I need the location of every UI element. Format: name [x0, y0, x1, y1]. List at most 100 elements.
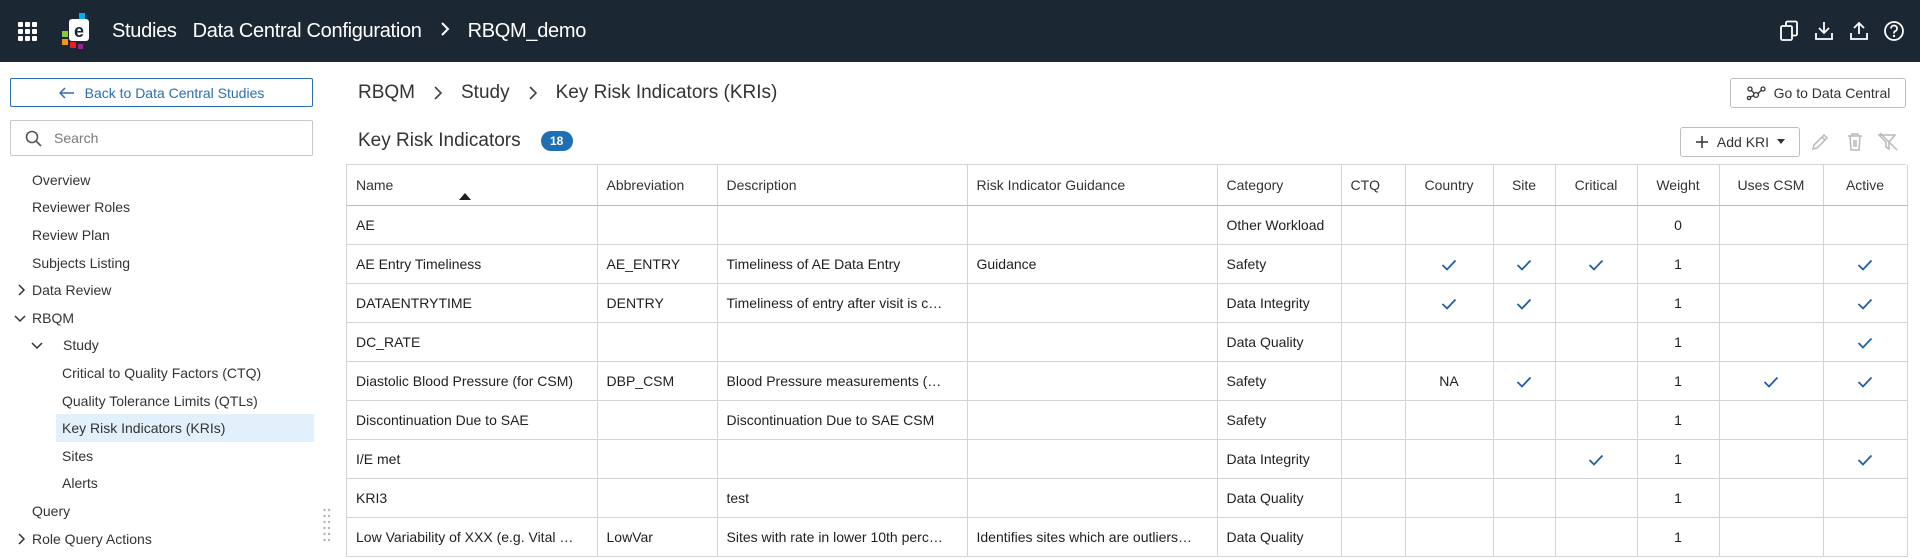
sidebar-resize-handle[interactable]: [322, 506, 332, 546]
table-row[interactable]: I/E met Data Integrity 1: [347, 439, 1908, 479]
search-input[interactable]: [54, 130, 294, 146]
table-row[interactable]: Low Variability of XXX (e.g. Vital … LowV…: [347, 517, 1908, 557]
column-header-label: Critical: [1574, 176, 1618, 193]
column-header-label: Site: [1511, 176, 1537, 193]
delete-icon[interactable]: [1843, 130, 1867, 154]
chevron-down-icon[interactable]: [14, 312, 26, 324]
back-to-studies-button[interactable]: Back to Data Central Studies: [10, 78, 313, 107]
column-header-weight[interactable]: Weight: [1637, 165, 1720, 206]
study-title: RBQM_demo: [467, 19, 587, 42]
config-title[interactable]: Data Central Configuration: [193, 20, 422, 43]
column-header-description[interactable]: Description: [717, 165, 968, 206]
filter-off-icon[interactable]: [1876, 130, 1900, 154]
column-header-abbreviation[interactable]: Abbreviation: [597, 165, 718, 206]
sidebar-item-overview[interactable]: Overview: [0, 166, 314, 194]
app-launcher-icon[interactable]: [0, 0, 54, 62]
cell-name: KRI3: [347, 478, 598, 518]
cell-guidance: [967, 283, 1218, 323]
column-header-label: Active: [1845, 176, 1885, 193]
cell-abbr: [597, 400, 718, 440]
sidebar-item-review-plan[interactable]: Review Plan: [0, 221, 314, 249]
sidebar-item-study[interactable]: Study: [0, 332, 314, 360]
cell-country: [1405, 205, 1494, 245]
sidebar-item-role-query-actions[interactable]: Role Query Actions: [0, 525, 314, 553]
sidebar-item-data-review[interactable]: Data Review: [0, 276, 314, 304]
table-row[interactable]: AE Other Workload 0: [347, 205, 1908, 245]
cell-active: [1823, 439, 1908, 479]
sidebar-item-label: Query: [32, 502, 71, 519]
sidebar-item-query[interactable]: Query: [0, 497, 314, 525]
cell-active: [1823, 244, 1908, 284]
cell-ctq: [1341, 517, 1406, 557]
cell-name: I/E met: [347, 439, 598, 479]
sidebar-item-label: Role Query Actions: [32, 530, 152, 547]
column-header-label: CTQ: [1350, 176, 1381, 193]
copy-icon[interactable]: [1777, 19, 1801, 43]
table-row[interactable]: Diastolic Blood Pressure (for CSM) DBP_CS…: [347, 361, 1908, 401]
cell-weight: 1: [1637, 244, 1720, 284]
table-row[interactable]: AE Entry Timeliness AE_ENTRY Timeliness of…: [347, 244, 1908, 284]
sidebar-item-sites[interactable]: Sites: [0, 442, 314, 470]
sidebar-item-kris[interactable]: Key Risk Indicators (KRIs): [56, 414, 314, 442]
help-icon[interactable]: [1882, 19, 1906, 43]
sidebar-item-label: Critical to Quality Factors (CTQ): [62, 364, 262, 381]
sidebar: Back to Data Central Studies Overview Re…: [0, 62, 322, 558]
cell-abbr: [597, 205, 718, 245]
checkmark-icon: [1588, 259, 1604, 271]
add-kri-label: Add KRI: [1716, 134, 1770, 150]
column-header-active[interactable]: Active: [1823, 165, 1908, 206]
sidebar-item-reviewer-roles[interactable]: Reviewer Roles: [0, 194, 314, 222]
cell-desc: [717, 439, 968, 479]
chevron-right-icon[interactable]: [15, 284, 27, 296]
cell-desc: Blood Pressure measurements (…: [717, 361, 968, 401]
column-header-site[interactable]: Site: [1493, 165, 1556, 206]
column-header-critical[interactable]: Critical: [1555, 165, 1638, 206]
column-header-name[interactable]: Name: [347, 165, 598, 206]
sidebar-item-label: Reviewer Roles: [32, 199, 131, 216]
breadcrumb: RBQM Study Key Risk Indicators (KRIs): [358, 82, 777, 104]
cell-name: AE Entry Timeliness: [347, 244, 598, 284]
back-button-label: Back to Data Central Studies: [84, 84, 265, 101]
column-header-ctq[interactable]: CTQ: [1341, 165, 1406, 206]
sidebar-item-rbqm[interactable]: RBQM: [0, 304, 314, 332]
cell-weight: 1: [1637, 361, 1720, 401]
cell-ctq: [1341, 322, 1406, 362]
cell-weight: 1: [1637, 400, 1720, 440]
add-kri-button[interactable]: Add KRI: [1680, 127, 1800, 157]
column-header-label: Category: [1226, 176, 1284, 193]
cell-desc: [717, 322, 968, 362]
go-to-data-central-button[interactable]: Go to Data Central: [1730, 78, 1906, 108]
cell-abbr: LowVar: [597, 517, 718, 557]
count-badge: 18: [540, 131, 573, 151]
cell-guidance: [967, 478, 1218, 518]
sidebar-item-label: Review Plan: [32, 226, 110, 243]
svg-text:e: e: [74, 21, 84, 41]
cell-critical: [1555, 322, 1638, 362]
sidebar-item-qtls[interactable]: Quality Tolerance Limits (QTLs): [0, 387, 314, 415]
table-row[interactable]: Discontinuation Due to SAE Discontinuatio…: [347, 400, 1908, 440]
sidebar-item-alerts[interactable]: Alerts: [0, 470, 314, 498]
edit-icon[interactable]: [1808, 130, 1832, 154]
breadcrumb-rbqm[interactable]: RBQM: [358, 82, 415, 104]
cell-category: Other Workload: [1217, 205, 1342, 245]
app-title[interactable]: Studies: [112, 20, 177, 43]
upload-icon[interactable]: [1847, 19, 1871, 43]
column-header-uses-csm[interactable]: Uses CSM: [1719, 165, 1824, 206]
column-header-country[interactable]: Country: [1405, 165, 1494, 206]
chevron-down-icon[interactable]: [31, 339, 43, 351]
download-icon[interactable]: [1812, 19, 1836, 43]
column-header-guidance[interactable]: Risk Indicator Guidance: [967, 165, 1218, 206]
table-row[interactable]: DC_RATE Data Quality 1: [347, 322, 1908, 362]
table-row[interactable]: DATAENTRYTIME DENTRY Timeliness of entry a…: [347, 283, 1908, 323]
column-header-category[interactable]: Category: [1217, 165, 1342, 206]
sidebar-item-ctq[interactable]: Critical to Quality Factors (CTQ): [0, 359, 314, 387]
cell-category: Data Quality: [1217, 478, 1342, 518]
sidebar-search[interactable]: [10, 120, 313, 156]
cell-active: [1823, 517, 1908, 557]
checkmark-icon: [1516, 298, 1532, 310]
sidebar-item-subjects-listing[interactable]: Subjects Listing: [0, 249, 314, 277]
table-row[interactable]: KRI3 test Data Quality 1: [347, 478, 1908, 518]
chevron-right-icon[interactable]: [15, 532, 27, 545]
breadcrumb-study[interactable]: Study: [461, 82, 510, 104]
cell-weight: 1: [1637, 517, 1720, 557]
